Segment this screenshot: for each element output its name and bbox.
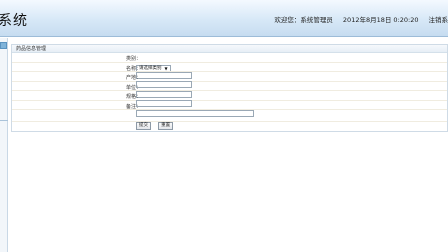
- header-user-info: 欢迎您：系统管理员 2012年8月18日 0:20:20 注销系: [274, 14, 448, 26]
- app-title: 系统: [0, 13, 28, 29]
- datetime-text: 2012年8月18日 0:20:20: [342, 16, 419, 24]
- logout-link[interactable]: 注销系: [429, 14, 448, 26]
- form-row-category: 类别： 请选择类别 ▼: [12, 53, 447, 72]
- form-row-unit: 单位：: [12, 82, 447, 98]
- sidebar-toggle[interactable]: [0, 42, 7, 49]
- left-sidebar-collapsed: [0, 38, 8, 252]
- submit-button[interactable]: 提交: [136, 122, 151, 130]
- panel-title: 药品信息管理: [12, 45, 447, 53]
- sidebar-divider: [0, 120, 8, 121]
- form-row-name: 名称：: [12, 63, 447, 79]
- form-row-remark: 备注：: [12, 101, 447, 117]
- reset-button[interactable]: 重置: [158, 122, 174, 130]
- form-row-origin: 产地：: [12, 72, 447, 88]
- drug-info-form-panel: 药品信息管理 类别： 请选择类别 ▼ 名称： 产地： 单位： 规格： 备注： 提…: [11, 44, 448, 132]
- top-banner: 系统 欢迎您：系统管理员 2012年8月18日 0:20:20 注销系: [0, 0, 448, 37]
- form-row-actions: 提交 重置: [12, 110, 447, 130]
- welcome-text: 欢迎您：系统管理员: [274, 16, 333, 24]
- form-row-spec: 规格：: [12, 91, 447, 107]
